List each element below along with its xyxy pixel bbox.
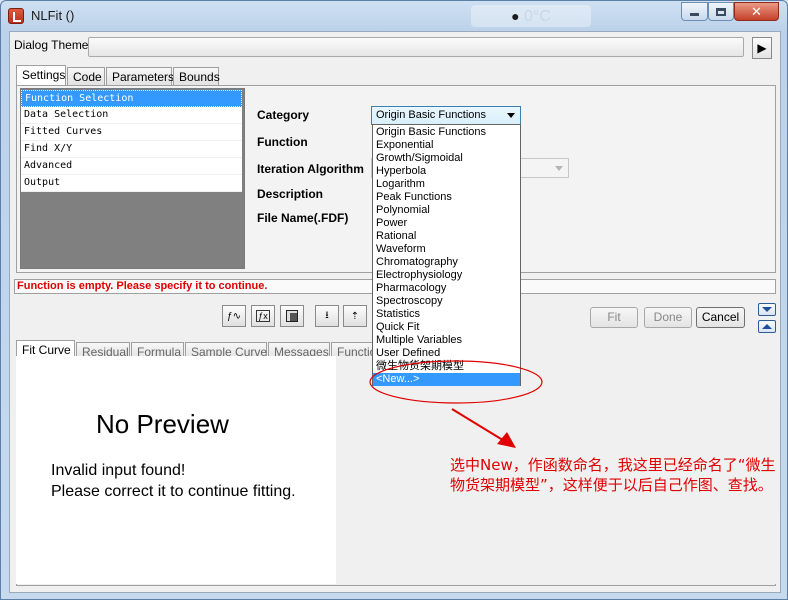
close-icon: ✕ bbox=[751, 4, 762, 19]
annotation-overlay bbox=[369, 360, 543, 448]
minimize-button[interactable] bbox=[681, 2, 708, 21]
title-bar: NLFit () ● 0°C ✕ bbox=[1, 1, 788, 31]
app-icon bbox=[8, 8, 24, 24]
minimize-icon bbox=[690, 13, 699, 16]
background-status-widget: ● 0°C bbox=[471, 5, 591, 27]
maximize-button[interactable] bbox=[708, 2, 734, 21]
maximize-icon bbox=[716, 7, 726, 16]
annotation-text: 选中New，作函数命名，我这里已经命名了“微生物货架期模型”，这样便于以后自己作… bbox=[450, 456, 776, 494]
highlight-ellipse bbox=[369, 360, 543, 404]
arrow-head bbox=[497, 432, 516, 448]
nlfit-window: NLFit () ● 0°C ✕ Dialog Theme ▶ Settings… bbox=[0, 0, 788, 600]
temperature-readout: 0°C bbox=[524, 8, 551, 25]
close-button[interactable]: ✕ bbox=[734, 2, 779, 21]
dialog-client: Dialog Theme ▶ Settings Code Parameters … bbox=[9, 31, 781, 593]
arrow-shaft bbox=[451, 408, 507, 443]
dot-icon: ● bbox=[511, 8, 520, 24]
window-title: NLFit () bbox=[31, 8, 75, 23]
